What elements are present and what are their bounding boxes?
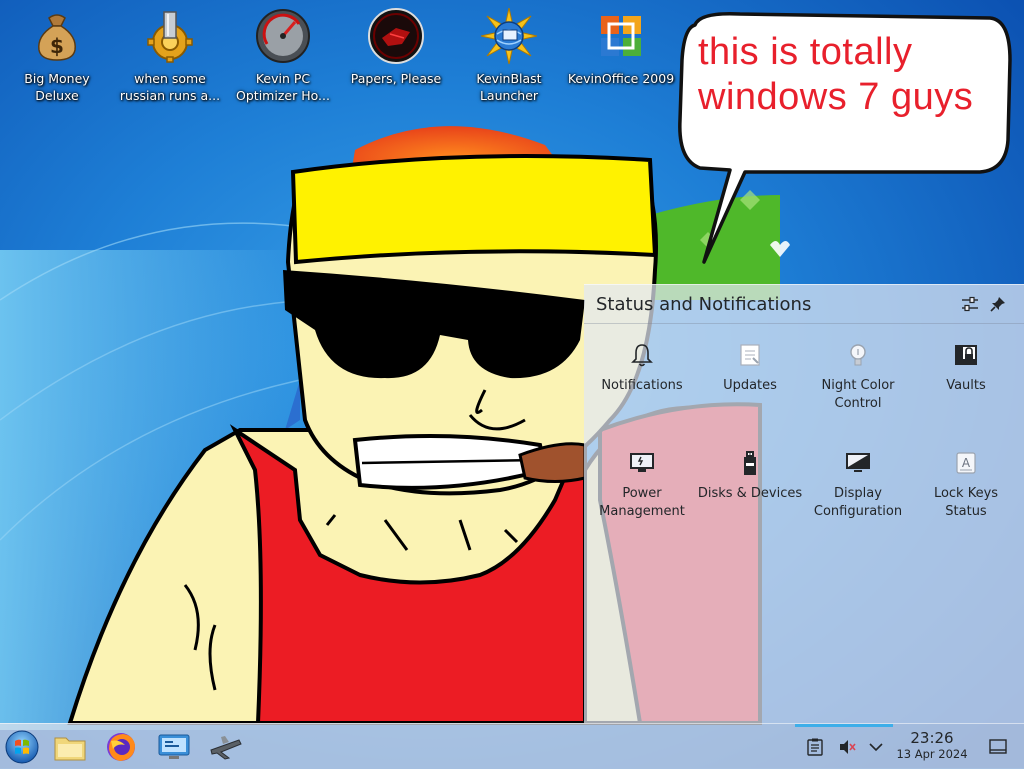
tray-clipboard[interactable] xyxy=(797,728,833,766)
tile-label: Vaults xyxy=(946,378,986,393)
show-desktop-icon xyxy=(989,739,1007,754)
desktop-icon-label: Big Money Deluxe xyxy=(24,71,90,103)
status-notifications-popup: Status and Notifications Notifications U… xyxy=(584,284,1024,723)
tile-lock-keys-status[interactable]: A Lock Keys Status xyxy=(912,449,1020,521)
svg-text:A: A xyxy=(962,456,971,470)
desktop-icon-label: KevinBlast Launcher xyxy=(476,71,542,103)
tile-display-configuration[interactable]: Display Configuration xyxy=(804,449,912,521)
tile-label: Notifications xyxy=(601,378,683,393)
tile-night-color-control[interactable]: Night Color Control xyxy=(804,341,912,413)
pin-button[interactable] xyxy=(984,290,1012,318)
vault-lock-icon xyxy=(955,345,977,365)
desktop-icon-kevinblast-launcher[interactable]: KevinBlast Launcher xyxy=(453,8,565,104)
usb-drive-icon xyxy=(744,451,756,475)
tile-label: Power Management xyxy=(599,486,685,519)
bell-icon xyxy=(631,344,653,367)
tile-label: Lock Keys Status xyxy=(933,486,999,519)
popup-header: Status and Notifications xyxy=(584,285,1024,324)
taskbar-system-settings[interactable] xyxy=(155,728,193,766)
system-settings-icon xyxy=(158,734,190,759)
tile-power-management[interactable]: Power Management xyxy=(588,449,696,521)
clock[interactable]: 23:26 13 Apr 2024 xyxy=(892,730,972,762)
desktop-icon-kevin-pc-optimizer[interactable]: Kevin PC Optimizer Ho... xyxy=(227,8,339,104)
tile-label: Updates xyxy=(723,378,777,393)
gear-icon xyxy=(147,11,193,63)
pin-icon xyxy=(990,297,1005,312)
desktop-icon-label: Papers, Please xyxy=(350,71,442,86)
clock-time: 23:26 xyxy=(910,729,954,747)
svg-text:$: $ xyxy=(50,34,64,58)
tile-vaults[interactable]: Vaults xyxy=(912,341,1020,395)
clock-date: 13 Apr 2024 xyxy=(896,747,968,761)
lock-key-icon: A xyxy=(956,452,976,474)
globe-burst-icon xyxy=(481,8,537,64)
tray-expand-button[interactable] xyxy=(858,728,894,766)
desktop-icon-label: KevinOffice 2009 xyxy=(567,71,675,86)
display-icon xyxy=(846,453,870,472)
tile-label: Disks & Devices xyxy=(697,486,803,501)
clipboard-icon xyxy=(807,738,823,756)
tile-notifications[interactable]: Notifications xyxy=(588,341,696,395)
speaker-muted-icon xyxy=(840,740,856,754)
start-orb-icon xyxy=(5,730,39,764)
taskbar-file-manager[interactable] xyxy=(51,728,89,766)
taskbar: 23:26 13 Apr 2024 xyxy=(0,723,1024,769)
taskbar-firefox[interactable] xyxy=(102,728,140,766)
configure-button[interactable] xyxy=(956,290,984,318)
firefox-icon xyxy=(107,733,135,761)
gauge-icon xyxy=(256,9,310,63)
lightbulb-icon xyxy=(850,344,866,366)
office-logo-icon xyxy=(601,16,641,56)
desktop-icon-label: Kevin PC Optimizer Ho... xyxy=(236,71,330,103)
taskbar-plane-app[interactable] xyxy=(207,728,245,766)
chevron-down-icon xyxy=(869,743,883,752)
desktop-icon-russian-runs[interactable]: when some russian runs a... xyxy=(114,8,226,104)
sliders-icon xyxy=(962,296,978,312)
desktop-icon-kevinoffice-2009[interactable]: KevinOffice 2009 xyxy=(565,8,677,87)
updates-icon xyxy=(740,344,760,366)
battery-monitor-icon xyxy=(630,453,654,472)
tile-label: Display Configuration xyxy=(813,486,903,519)
show-desktop-button[interactable] xyxy=(980,728,1016,766)
active-indicator xyxy=(795,724,893,727)
start-button[interactable] xyxy=(3,728,41,766)
papers-please-icon xyxy=(368,8,424,64)
speech-bubble-text: this is totally windows 7 guys xyxy=(698,31,974,118)
tile-updates[interactable]: Updates xyxy=(696,341,804,395)
desktop-icon-label: when some russian runs a... xyxy=(119,71,221,103)
file-manager-icon xyxy=(54,737,86,761)
desktop-icon-big-money-deluxe[interactable]: $ Big Money Deluxe xyxy=(1,8,113,104)
tile-label: Night Color Control xyxy=(821,378,895,411)
plane-app-icon xyxy=(210,736,242,760)
desktop-icon-papers-please[interactable]: Papers, Please xyxy=(340,8,452,87)
money-bag-icon: $ xyxy=(38,14,76,61)
tile-disks-devices[interactable]: Disks & Devices xyxy=(696,449,804,503)
popup-title: Status and Notifications xyxy=(596,293,812,315)
